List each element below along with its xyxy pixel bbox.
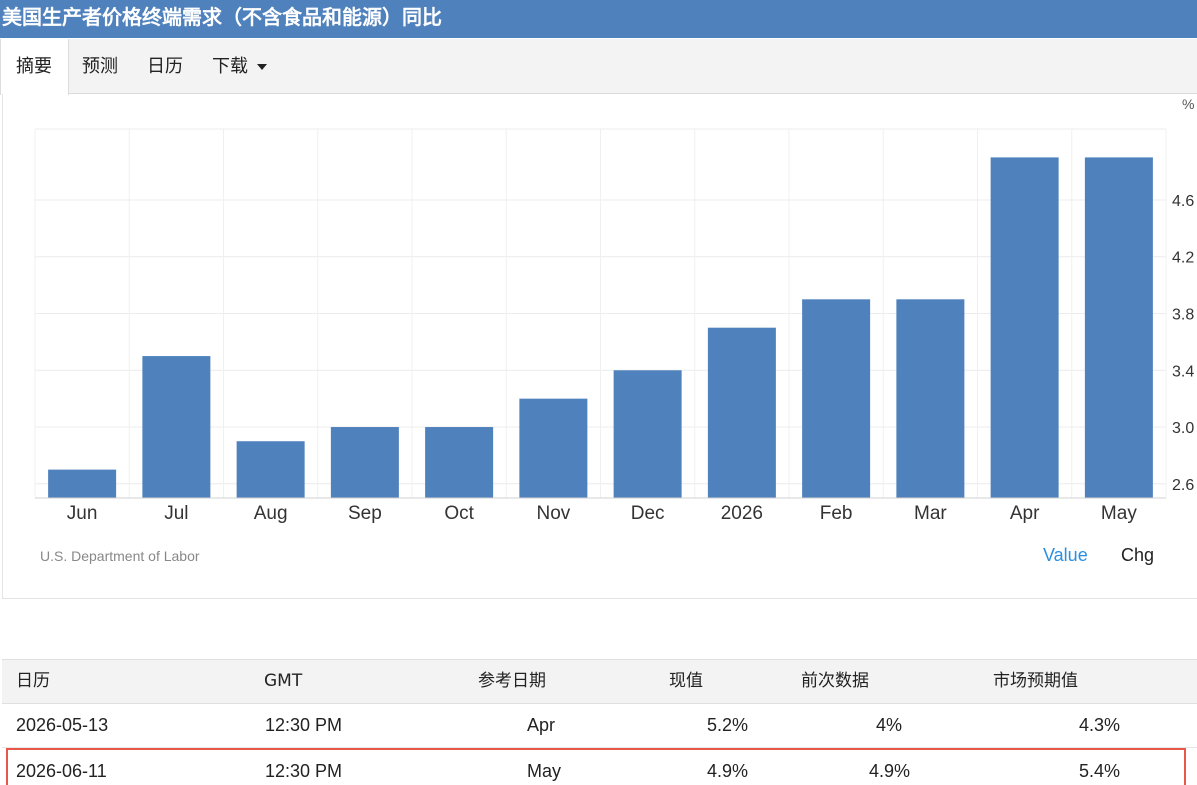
cell-date: 2026-05-13	[16, 715, 109, 735]
cell-time: 12:30 PM	[265, 715, 343, 735]
chart-panel: 2.6 3.0 3.4 3.8 4.2 4.6% Jun Jul Aug Sep Oct Nov Dec…	[2, 94, 1197, 599]
x-tick-label: Aug	[254, 503, 288, 524]
x-tick-label: Jul	[164, 503, 188, 524]
tab-summary-label: 摘要	[16, 56, 52, 77]
chart-source: U.S. Department of Labor	[40, 548, 200, 564]
chg-toggle[interactable]: Chg	[1121, 545, 1154, 566]
bar	[142, 356, 211, 498]
x-tick-label: 2026	[721, 503, 763, 524]
tab-download[interactable]: 下载	[212, 39, 267, 94]
y-tick-label: 4.2	[1172, 250, 1194, 267]
tab-calendar-label: 日历	[147, 56, 183, 77]
x-tick-label: Feb	[820, 503, 853, 524]
cell-time: 12:30 PM	[265, 761, 343, 781]
header-consensus: 市场预期值	[993, 671, 1078, 691]
y-tick-label: 3.4	[1172, 363, 1194, 380]
bar	[1084, 157, 1153, 498]
x-tick-label: Sep	[348, 503, 382, 524]
bar	[707, 327, 776, 498]
tab-forecast-label: 预测	[82, 56, 118, 77]
chevron-down-icon	[257, 64, 267, 70]
tab-forecast[interactable]: 预测	[82, 39, 118, 94]
x-tick-label: Apr	[1010, 503, 1040, 524]
header-actual: 现值	[669, 671, 703, 691]
calendar-table: 日历 GMT 参考日期 现值 前次数据 市场预期值 2026-05-13 12:…	[2, 659, 1197, 785]
x-tick-label: Nov	[536, 503, 570, 524]
bar	[613, 370, 682, 498]
tab-summary[interactable]: 摘要	[0, 39, 69, 95]
y-tick-label: 2.6	[1172, 477, 1194, 494]
header-calendar: 日历	[16, 671, 50, 691]
cell-actual: 4.9%	[706, 761, 748, 781]
table-header: 日历 GMT 参考日期 现值 前次数据 市场预期值	[2, 659, 1197, 704]
x-tick-label: Mar	[914, 503, 947, 524]
cell-reference: Apr	[527, 715, 556, 735]
cell-reference: May	[527, 761, 562, 781]
x-tick-label: Dec	[631, 503, 665, 524]
title-bar: 美国生产者价格终端需求（不含食品和能源）同比	[0, 0, 1197, 38]
y-tick-label: 3.8	[1172, 307, 1194, 324]
x-tick-label: Oct	[444, 503, 474, 524]
bar	[425, 427, 494, 498]
bar	[330, 427, 399, 498]
bar	[519, 398, 588, 498]
y-tick-label: 3.0	[1172, 420, 1194, 437]
y-unit-label: %	[1182, 96, 1194, 112]
header-previous: 前次数据	[801, 671, 869, 691]
bar-chart: 2.6 3.0 3.4 3.8 4.2 4.6% Jun Jul Aug Sep Oct Nov Dec…	[34, 96, 1194, 524]
cell-date: 2026-06-11	[16, 761, 107, 781]
tab-download-label: 下载	[212, 56, 248, 77]
header-reference: 参考日期	[478, 671, 546, 691]
bar	[236, 441, 305, 498]
header-gmt: GMT	[264, 671, 303, 691]
page-title: 美国生产者价格终端需求（不含食品和能源）同比	[2, 5, 442, 29]
cell-consensus: 4.3%	[1078, 715, 1120, 735]
table-row[interactable]: 2026-05-13 12:30 PM Apr 5.2% 4% 4.3%	[2, 704, 1197, 748]
cell-previous: 4.9%	[868, 761, 910, 781]
y-tick-label: 4.6	[1172, 193, 1194, 210]
bar	[896, 299, 965, 498]
x-tick-label: May	[1101, 503, 1137, 524]
bar	[990, 157, 1059, 498]
bar	[802, 299, 871, 498]
cell-actual: 5.2%	[706, 715, 748, 735]
value-toggle[interactable]: Value	[1043, 545, 1088, 566]
bar	[48, 469, 117, 498]
cell-previous: 4%	[875, 715, 902, 735]
tab-calendar[interactable]: 日历	[147, 39, 183, 94]
cell-consensus: 5.4%	[1078, 761, 1120, 781]
tab-bar: 摘要 预测 日历 下载	[0, 39, 1197, 95]
x-tick-label: Jun	[67, 503, 98, 524]
table-row-highlighted[interactable]: 2026-06-11 12:30 PM May 4.9% 4.9% 5.4%	[6, 748, 1186, 785]
